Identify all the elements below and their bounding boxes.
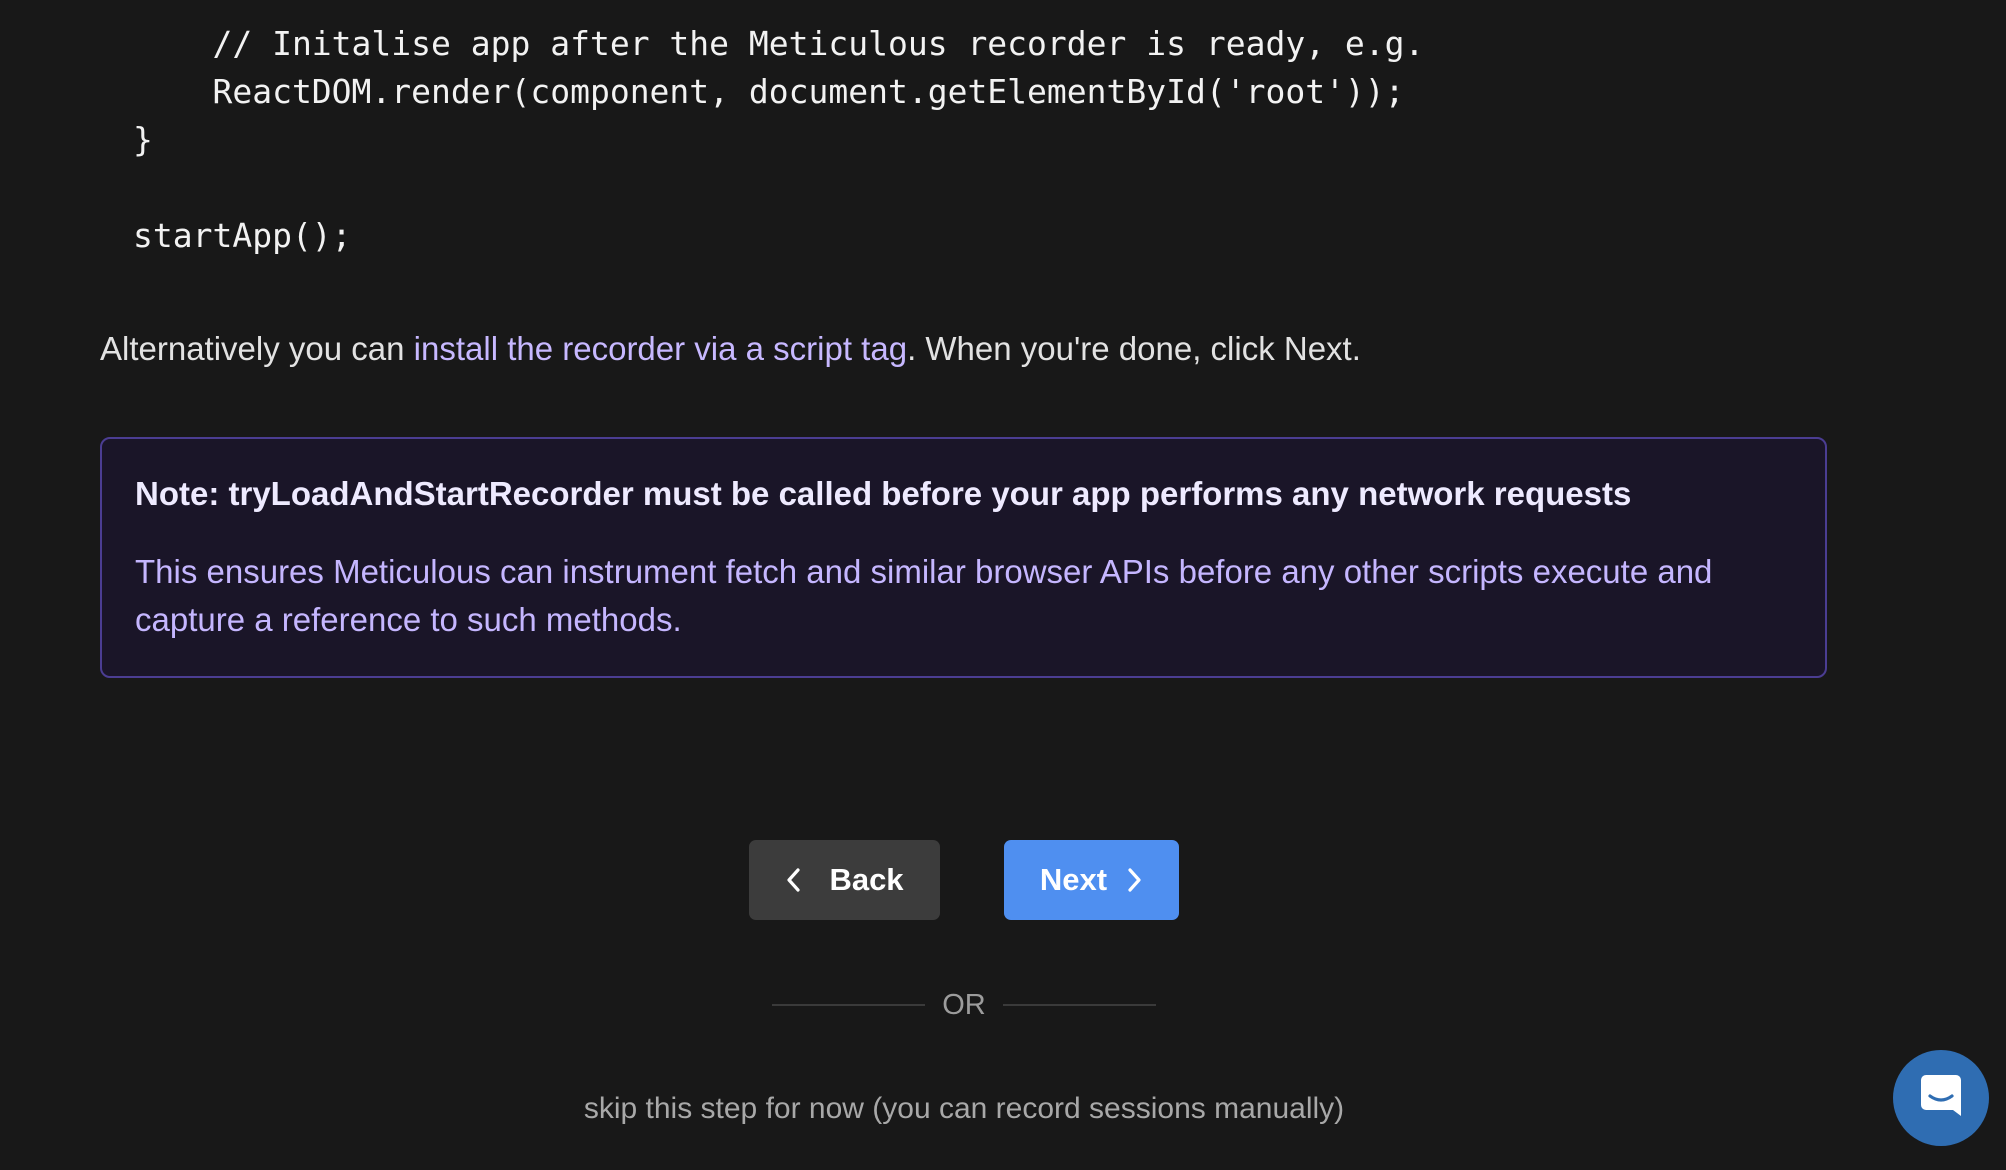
skip-step-link[interactable]: skip this step for now (you can record s…	[0, 1089, 1928, 1129]
next-button-label: Next	[1039, 862, 1108, 897]
script-tag-link[interactable]: install the recorder via a script tag	[414, 330, 907, 367]
next-button[interactable]: Next	[1004, 840, 1179, 920]
note-body: This ensures Meticulous can instrument f…	[135, 553, 1713, 638]
back-button[interactable]: Back	[749, 840, 940, 920]
back-button-label: Back	[829, 862, 904, 897]
chat-launcher-button[interactable]	[1893, 1050, 1989, 1146]
chevron-right-icon	[1127, 867, 1143, 893]
intro-prefix: Alternatively you can	[100, 330, 414, 367]
or-divider: OR	[772, 987, 1156, 1023]
intro-suffix: . When you're done, click Next.	[907, 330, 1361, 367]
chat-icon	[1918, 1072, 1964, 1125]
divider-line	[1002, 1004, 1156, 1006]
code-line: // Initalise app after the Meticulous re…	[133, 24, 1425, 63]
code-line: ReactDOM.render(component, document.getE…	[133, 72, 1405, 111]
note-callout: Note: tryLoadAndStartRecorder must be ca…	[100, 437, 1827, 678]
code-block: // Initalise app after the Meticulous re…	[133, 20, 1424, 260]
intro-text: Alternatively you can install the record…	[100, 326, 1361, 372]
chevron-left-icon	[785, 867, 801, 893]
code-line: startApp();	[133, 216, 352, 255]
code-line: }	[133, 120, 153, 159]
note-title: Note: tryLoadAndStartRecorder must be ca…	[135, 475, 1632, 512]
divider-line	[772, 1004, 926, 1006]
or-label: OR	[942, 989, 986, 1021]
